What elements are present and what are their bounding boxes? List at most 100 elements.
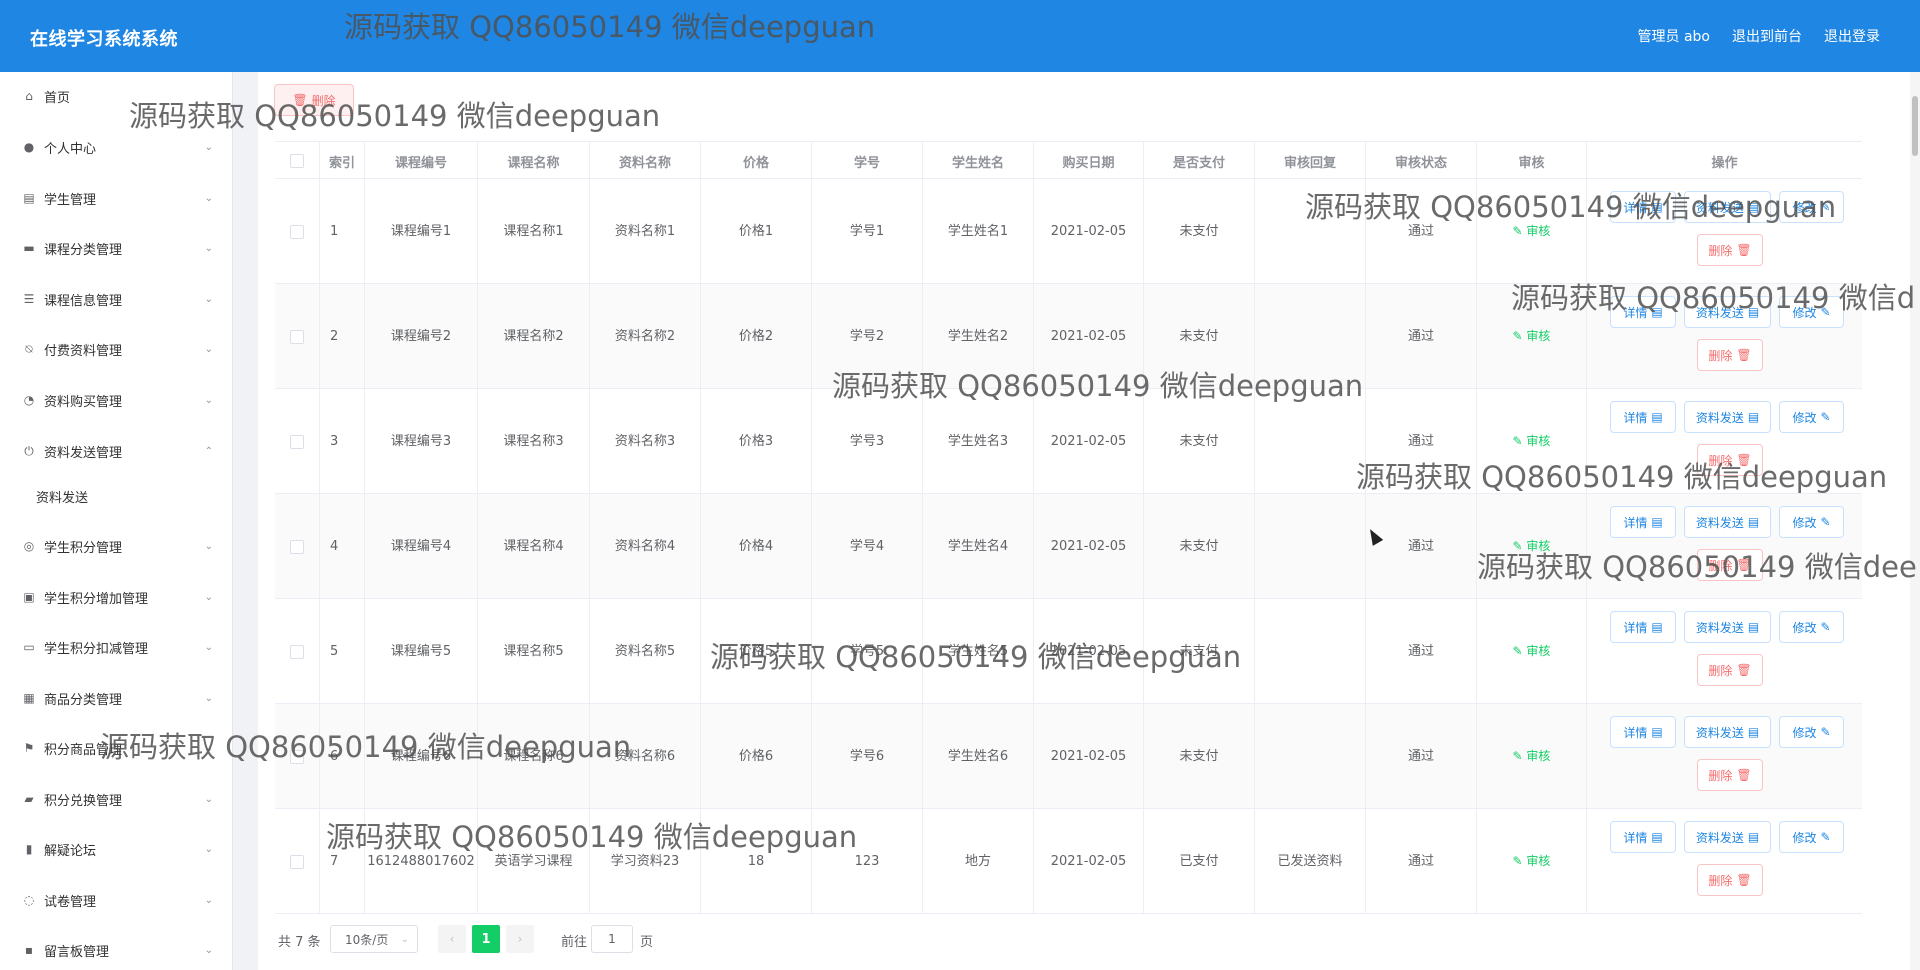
send-material-button[interactable]: 资料发送 ▤ [1684, 716, 1771, 748]
select-all-checkbox[interactable] [290, 154, 304, 168]
exit-to-front-link[interactable]: 退出到前台 [1732, 26, 1802, 46]
chevron-down-icon: ⌄ [204, 394, 213, 406]
delete-button[interactable]: 删除 🗑 [1697, 339, 1763, 371]
detail-button[interactable]: 详情 ▤ [1610, 191, 1676, 223]
detail-button[interactable]: 详情 ▤ [1610, 401, 1676, 433]
edit-icon: ✎ [1820, 410, 1831, 424]
cell-paid: 未支付 [1144, 284, 1255, 389]
send-material-button[interactable]: 资料发送 ▤ [1684, 191, 1771, 223]
edit-button[interactable]: 修改 ✎ [1779, 296, 1844, 328]
delete-button[interactable]: 删除 🗑 [1697, 654, 1763, 686]
send-material-button[interactable]: 资料发送 ▤ [1684, 296, 1771, 328]
page-scrollbar-thumb[interactable] [1912, 96, 1918, 156]
send-material-button[interactable]: 资料发送 ▤ [1684, 821, 1771, 853]
row-checkbox[interactable] [290, 329, 304, 344]
row-checkbox[interactable] [290, 854, 304, 869]
page-scrollbar[interactable] [1910, 72, 1920, 970]
edit-button[interactable]: 修改 ✎ [1779, 611, 1844, 643]
delete-button[interactable]: 删除 🗑 [1697, 444, 1763, 476]
detail-button[interactable]: 详情 ▤ [1610, 821, 1676, 853]
audit-link[interactable]: ✎ 审核 [1513, 433, 1551, 450]
cell-select [275, 704, 320, 809]
edit-button[interactable]: 修改 ✎ [1779, 506, 1844, 538]
next-page-button[interactable]: › [506, 925, 534, 953]
document-icon: ▤ [1651, 515, 1663, 529]
grid-icon: ▦ [23, 691, 35, 705]
goto-page-input[interactable]: 1 [591, 925, 633, 953]
row-checkbox[interactable] [290, 434, 304, 449]
sidebar-item-course-category[interactable]: ▬ 课程分类管理 ⌄ [0, 230, 233, 266]
edit-button[interactable]: 修改 ✎ [1779, 821, 1844, 853]
delete-button[interactable]: 删除 🗑 [1697, 759, 1763, 791]
cell-select [275, 599, 320, 704]
header-material-name: 资料名称 [590, 142, 701, 180]
detail-button[interactable]: 详情 ▤ [1610, 716, 1676, 748]
sidebar-item-points-increase[interactable]: ▣ 学生积分增加管理 ⌄ [0, 579, 233, 615]
sidebar-item-goods-category[interactable]: ▦ 商品分类管理 ⌄ [0, 680, 233, 716]
audit-link[interactable]: ✎ 审核 [1513, 748, 1551, 765]
send-material-button[interactable]: 资料发送 ▤ [1684, 506, 1771, 538]
page-number-current[interactable]: 1 [472, 925, 500, 953]
audit-link[interactable]: ✎ 审核 [1513, 538, 1551, 555]
cell-course-no: 课程编号6 [365, 704, 478, 809]
header-select-all[interactable] [275, 142, 320, 180]
batch-delete-button[interactable]: 🗑 删除 [274, 84, 354, 116]
document-icon: ▤ [1747, 200, 1760, 214]
chevron-down-icon: ⌄ [204, 343, 213, 355]
row-checkbox[interactable] [290, 539, 304, 554]
audit-link[interactable]: ✎ 审核 [1513, 643, 1551, 660]
edit-button[interactable]: 修改 ✎ [1779, 401, 1844, 433]
sidebar-item-home[interactable]: ⌂ 首页 [0, 78, 233, 114]
send-material-button[interactable]: 资料发送 ▤ [1684, 401, 1771, 433]
logout-link[interactable]: 退出登录 [1824, 26, 1880, 46]
detail-button[interactable]: 详情 ▤ [1610, 611, 1676, 643]
sidebar-item-student-points[interactable]: ◎ 学生积分管理 ⌄ [0, 528, 233, 564]
sidebar-item-points-goods[interactable]: ⚑ 积分商品管理 ⌄ [0, 730, 233, 766]
delete-button[interactable]: 删除 🗑 [1697, 234, 1763, 266]
sidebar-item-students[interactable]: ▤ 学生管理 ⌄ [0, 180, 233, 216]
trash-icon: 🗑 [1736, 243, 1752, 257]
edit-button[interactable]: 修改 ✎ [1779, 191, 1844, 223]
row-checkbox[interactable] [290, 644, 304, 659]
detail-button[interactable]: 详情 ▤ [1610, 506, 1676, 538]
edit-icon: ✎ [1820, 830, 1831, 844]
audit-link[interactable]: ✎ 审核 [1513, 853, 1551, 870]
sidebar-item-material-purchase[interactable]: ◔ 资料购买管理 ⌄ [0, 382, 233, 418]
sidebar-item-forum[interactable]: ▮ 解疑论坛 ⌄ [0, 831, 233, 867]
sidebar-item-material-send[interactable]: ⏻ 资料发送管理 ⌃ [0, 433, 233, 469]
header-course-name: 课程名称 [478, 142, 590, 180]
detail-button[interactable]: 详情 ▤ [1610, 296, 1676, 328]
audit-link[interactable]: ✎ 审核 [1513, 223, 1551, 240]
cell-actions: 详情 ▤ 资料发送 ▤ 修改 ✎ 删除 🗑 [1587, 704, 1862, 809]
row-checkbox[interactable] [290, 749, 304, 764]
chevron-down-icon: ⌄ [204, 242, 213, 254]
cell-course-name: 课程名称5 [478, 599, 590, 704]
delete-button[interactable]: 删除 🗑 [1697, 549, 1763, 581]
delete-button[interactable]: 删除 🗑 [1697, 864, 1763, 896]
prev-page-button[interactable]: ‹ [438, 925, 466, 953]
admin-label[interactable]: 管理员 abo [1638, 26, 1710, 46]
table-row: 4 课程编号4 课程名称4 资料名称4 价格4 学号4 学生姓名4 2021-02-05 未支付… [275, 494, 1862, 599]
cell-paid: 未支付 [1144, 494, 1255, 599]
row-checkbox[interactable] [290, 224, 304, 239]
sidebar-subitem-material-send[interactable]: 资料发送 [0, 478, 233, 514]
edit-button[interactable]: 修改 ✎ [1779, 716, 1844, 748]
cell-actions: 详情 ▤ 资料发送 ▤ 修改 ✎ 删除 🗑 [1587, 179, 1862, 284]
pagination-total: 共 7 条 [278, 935, 321, 950]
send-material-button[interactable]: 资料发送 ▤ [1684, 611, 1771, 643]
cell-purchase-date: 2021-02-05 [1034, 179, 1144, 284]
sidebar-item-personal-center[interactable]: ● 个人中心 ⌄ [0, 129, 233, 165]
sidebar-item-exam[interactable]: ◌ 试卷管理 ⌄ [0, 882, 233, 918]
bell-off-icon: ⍉ [25, 341, 33, 356]
chevron-down-icon: ⌄ [204, 944, 213, 956]
page-size-select[interactable]: 10条/页 ⌄ [330, 925, 418, 953]
sidebar-item-message-board[interactable]: ▪ 留言板管理 ⌄ [0, 932, 233, 968]
sidebar-item-paid-material[interactable]: ⍉ 付费资料管理 ⌄ [0, 331, 233, 367]
audit-link[interactable]: ✎ 审核 [1513, 328, 1551, 345]
cell-audit-status: 通过 [1366, 179, 1477, 284]
app-title: 在线学习系统系统 [30, 29, 178, 50]
sidebar-item-course-info[interactable]: ☰ 课程信息管理 ⌄ [0, 281, 233, 317]
sidebar-item-points-deduct[interactable]: ▭ 学生积分扣减管理 ⌄ [0, 629, 233, 665]
sidebar-item-points-exchange[interactable]: ▰ 积分兑换管理 ⌄ [0, 781, 233, 817]
chat-icon: ◌ [23, 893, 35, 907]
